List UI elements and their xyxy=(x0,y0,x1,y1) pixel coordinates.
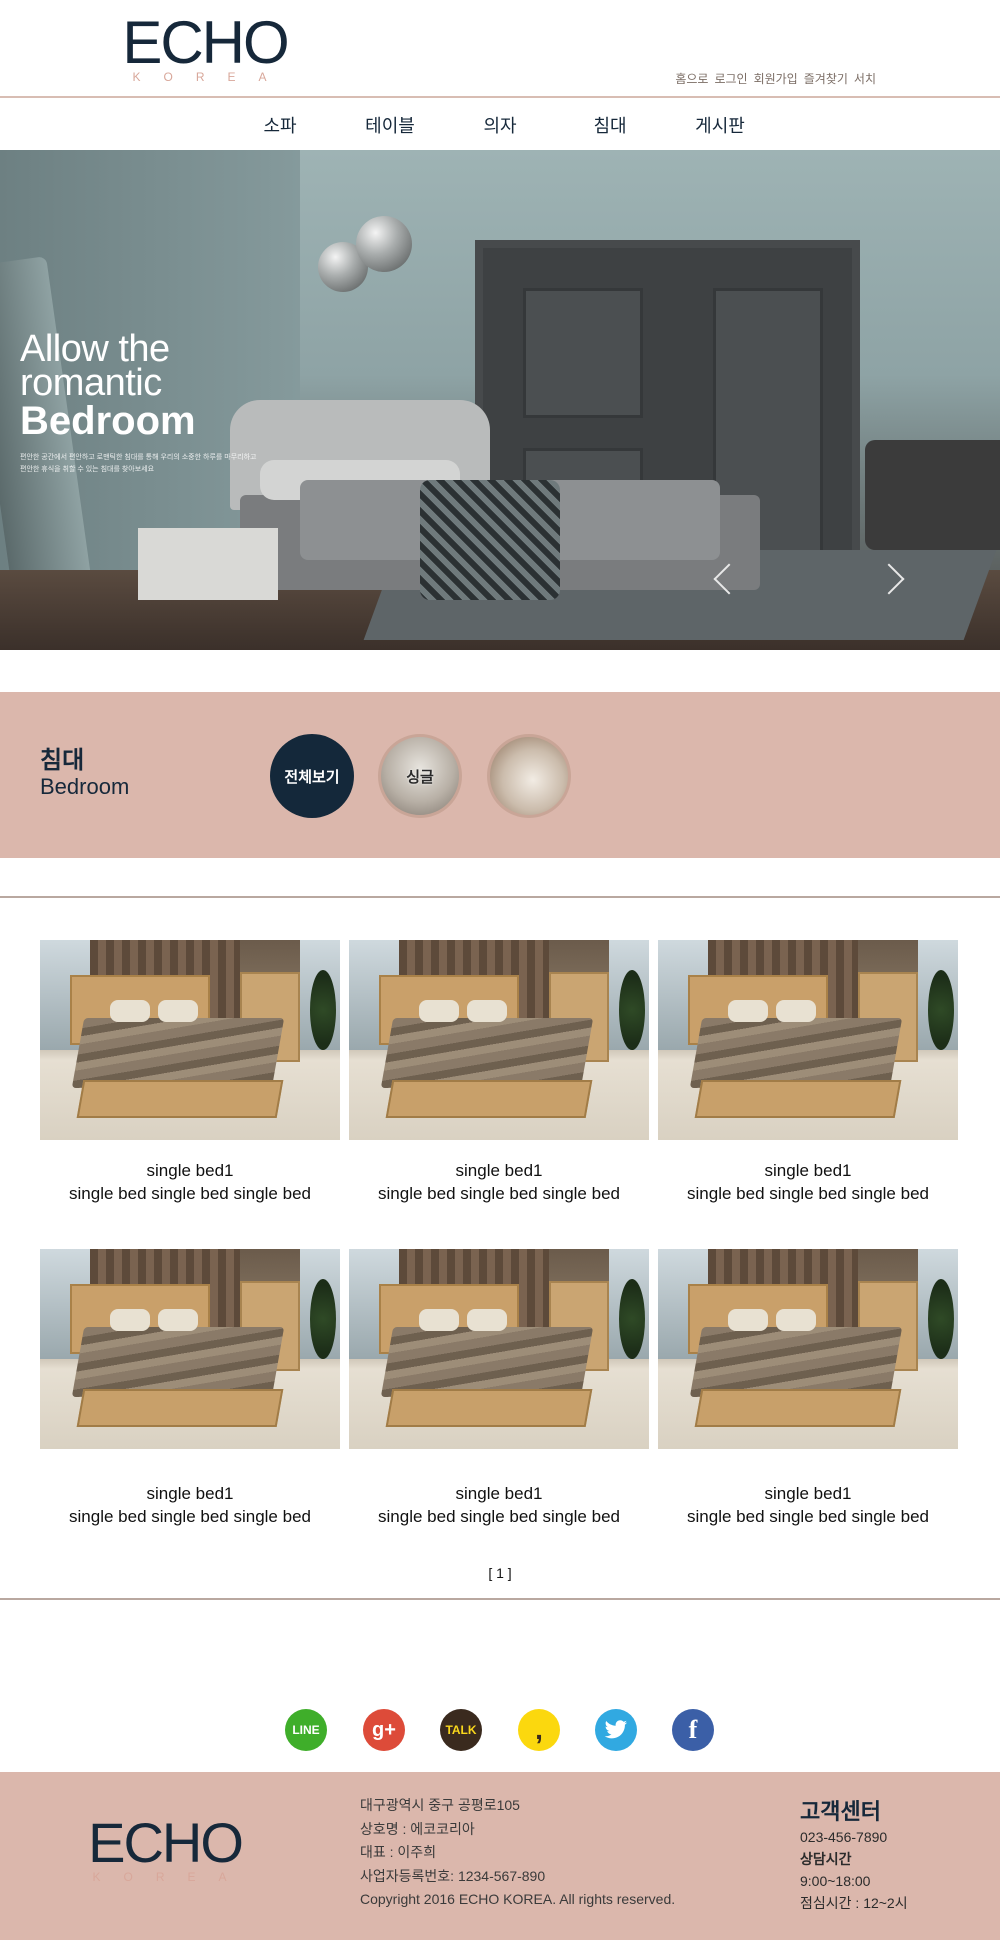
logo[interactable]: ECHO KOREA xyxy=(120,9,290,85)
util-link-bookmark[interactable]: 즐겨찾기 xyxy=(804,70,848,87)
kakaotalk-icon-label: TALK xyxy=(445,1723,477,1737)
nav-item-bed[interactable]: 침대 xyxy=(555,112,665,138)
product-description: single bed single bed single bed xyxy=(69,1507,311,1526)
hero-headline-2: romantic xyxy=(20,362,162,404)
category-title: 침대 xyxy=(40,747,85,774)
category-single-label: 싱글 xyxy=(406,768,434,786)
hero-headline-1: Allow the xyxy=(20,328,170,370)
hero-nightstand xyxy=(138,528,278,600)
util-link-signup[interactable]: 회원가입 xyxy=(754,70,798,87)
hero-text: Allow the romantic Bedroom 편안한 공간에서 편안하고… xyxy=(20,328,260,476)
footer-company-name: 상호명 : 에코코리아 xyxy=(360,1820,475,1837)
twitter-icon[interactable] xyxy=(595,1709,637,1751)
product-card[interactable]: single bed1 single bed single bed single… xyxy=(40,940,340,1206)
customer-center-hours: 9:00~18:00 xyxy=(800,1873,871,1889)
category-band: 침대 Bedroom 전체보기 싱글 xyxy=(0,692,1000,858)
product-name: single bed1 xyxy=(764,1161,852,1180)
main-nav: 소파 테이블 의자 침대 게시판 xyxy=(0,100,1000,150)
customer-center: 고객센터 023-456-7890 상담시간 9:00~18:00 점심시간 :… xyxy=(800,1798,908,1914)
product-name: single bed1 xyxy=(764,1484,852,1503)
footer: ECHO KOREA 대구광역시 중구 공평로105 상호명 : 에코코리아 대… xyxy=(0,1772,1000,1940)
product-description: single bed single bed single bed xyxy=(687,1184,929,1203)
product-name: single bed1 xyxy=(455,1484,543,1503)
footer-company-info: 대구광역시 중구 공평로105 상호명 : 에코코리아 대표 : 이주희 사업자… xyxy=(360,1794,675,1912)
kakaotalk-icon[interactable]: TALK xyxy=(440,1709,482,1751)
hero-description: 편안한 공간에서 편안하고 로맨틱한 침대를 통해 우리의 소중한 하루를 마무… xyxy=(20,454,257,473)
facebook-icon-label: f xyxy=(688,1715,698,1744)
line-icon-label: LINE xyxy=(292,1723,320,1737)
product-description: single bed single bed single bed xyxy=(687,1507,929,1526)
customer-center-hours-label: 상담시간 xyxy=(800,1851,852,1867)
logo-subtext: KOREA xyxy=(132,70,290,84)
category-all-label: 전체보기 xyxy=(284,768,340,786)
nav-item-sofa[interactable]: 소파 xyxy=(225,112,335,138)
twitter-bird-icon xyxy=(604,1720,627,1739)
footer-address: 대구광역시 중구 공평로105 xyxy=(360,1797,520,1813)
hero-headline-3: Bedroom xyxy=(20,399,196,443)
product-image xyxy=(658,1249,958,1449)
category-single-button[interactable]: 싱글 xyxy=(378,734,462,818)
category-all-button[interactable]: 전체보기 xyxy=(270,734,354,818)
facebook-icon[interactable]: f xyxy=(672,1709,714,1751)
product-card[interactable]: single bed1 single bed single bed single… xyxy=(658,1249,958,1529)
util-link-search[interactable]: 서치 xyxy=(854,70,876,87)
page-link[interactable]: [ 1 ] xyxy=(488,1565,511,1581)
category-subtitle: Bedroom xyxy=(40,774,130,799)
footer-logo-subtext: KOREA xyxy=(92,1870,250,1884)
footer-logo-text: ECHO xyxy=(88,1811,244,1874)
pendant-lamp xyxy=(356,216,412,272)
nav-item-board[interactable]: 게시판 xyxy=(665,112,775,138)
footer-copyright: Copyright 2016 ECHO KOREA. All rights re… xyxy=(360,1891,676,1907)
footer-ceo: 대표 : 이주희 xyxy=(360,1844,437,1860)
footer-logo[interactable]: ECHO KOREA xyxy=(80,1811,250,1885)
customer-center-phone: 023-456-7890 xyxy=(800,1829,888,1845)
kakaostory-icon-label: , xyxy=(535,1714,543,1745)
kakaostory-icon[interactable]: , xyxy=(518,1709,560,1751)
logo-text: ECHO xyxy=(122,9,289,76)
util-link-login[interactable]: 로그인 xyxy=(714,70,747,87)
google-plus-icon-label: g+ xyxy=(372,1718,396,1741)
product-card[interactable]: single bed1 single bed single bed single… xyxy=(349,1249,649,1529)
product-image xyxy=(40,1249,340,1449)
hero-sofa xyxy=(865,440,1000,550)
utility-links: 홈으로 로그인 회원가입 즐겨찾기 서치 xyxy=(675,70,876,87)
product-description: single bed single bed single bed xyxy=(378,1507,620,1526)
product-name: single bed1 xyxy=(146,1161,234,1180)
divider xyxy=(0,1598,1000,1600)
customer-center-lunch: 점심시간 : 12~2시 xyxy=(800,1895,908,1911)
divider xyxy=(0,896,1000,898)
product-description: single bed single bed single bed xyxy=(378,1184,620,1203)
hero-throw xyxy=(420,480,560,600)
product-card[interactable]: single bed1 single bed single bed single… xyxy=(349,940,649,1206)
product-name: single bed1 xyxy=(146,1484,234,1503)
customer-center-title: 고객센터 xyxy=(800,1799,881,1824)
product-description: single bed single bed single bed xyxy=(69,1184,311,1203)
product-image xyxy=(349,940,649,1140)
google-plus-icon[interactable]: g+ xyxy=(363,1709,405,1751)
category-double-button[interactable] xyxy=(487,734,571,818)
hero-banner: Allow the romantic Bedroom 편안한 공간에서 편안하고… xyxy=(0,150,1000,650)
product-image xyxy=(40,940,340,1140)
nav-item-chair[interactable]: 의자 xyxy=(445,112,555,138)
product-card[interactable]: single bed1 single bed single bed single… xyxy=(658,940,958,1206)
door-panel xyxy=(523,288,643,418)
product-card[interactable]: single bed1 single bed single bed single… xyxy=(40,1249,340,1529)
header: ECHO KOREA 홈으로 로그인 회원가입 즐겨찾기 서치 xyxy=(0,0,1000,98)
line-icon[interactable]: LINE xyxy=(285,1709,327,1751)
product-image xyxy=(349,1249,649,1449)
footer-business-number: 사업자등록번호: 1234-567-890 xyxy=(360,1867,546,1884)
pagination: [ 1 ] xyxy=(0,1565,1000,1581)
nav-item-table[interactable]: 테이블 xyxy=(335,112,445,138)
util-link-home[interactable]: 홈으로 xyxy=(675,70,708,87)
product-image xyxy=(658,940,958,1140)
product-name: single bed1 xyxy=(455,1161,543,1180)
